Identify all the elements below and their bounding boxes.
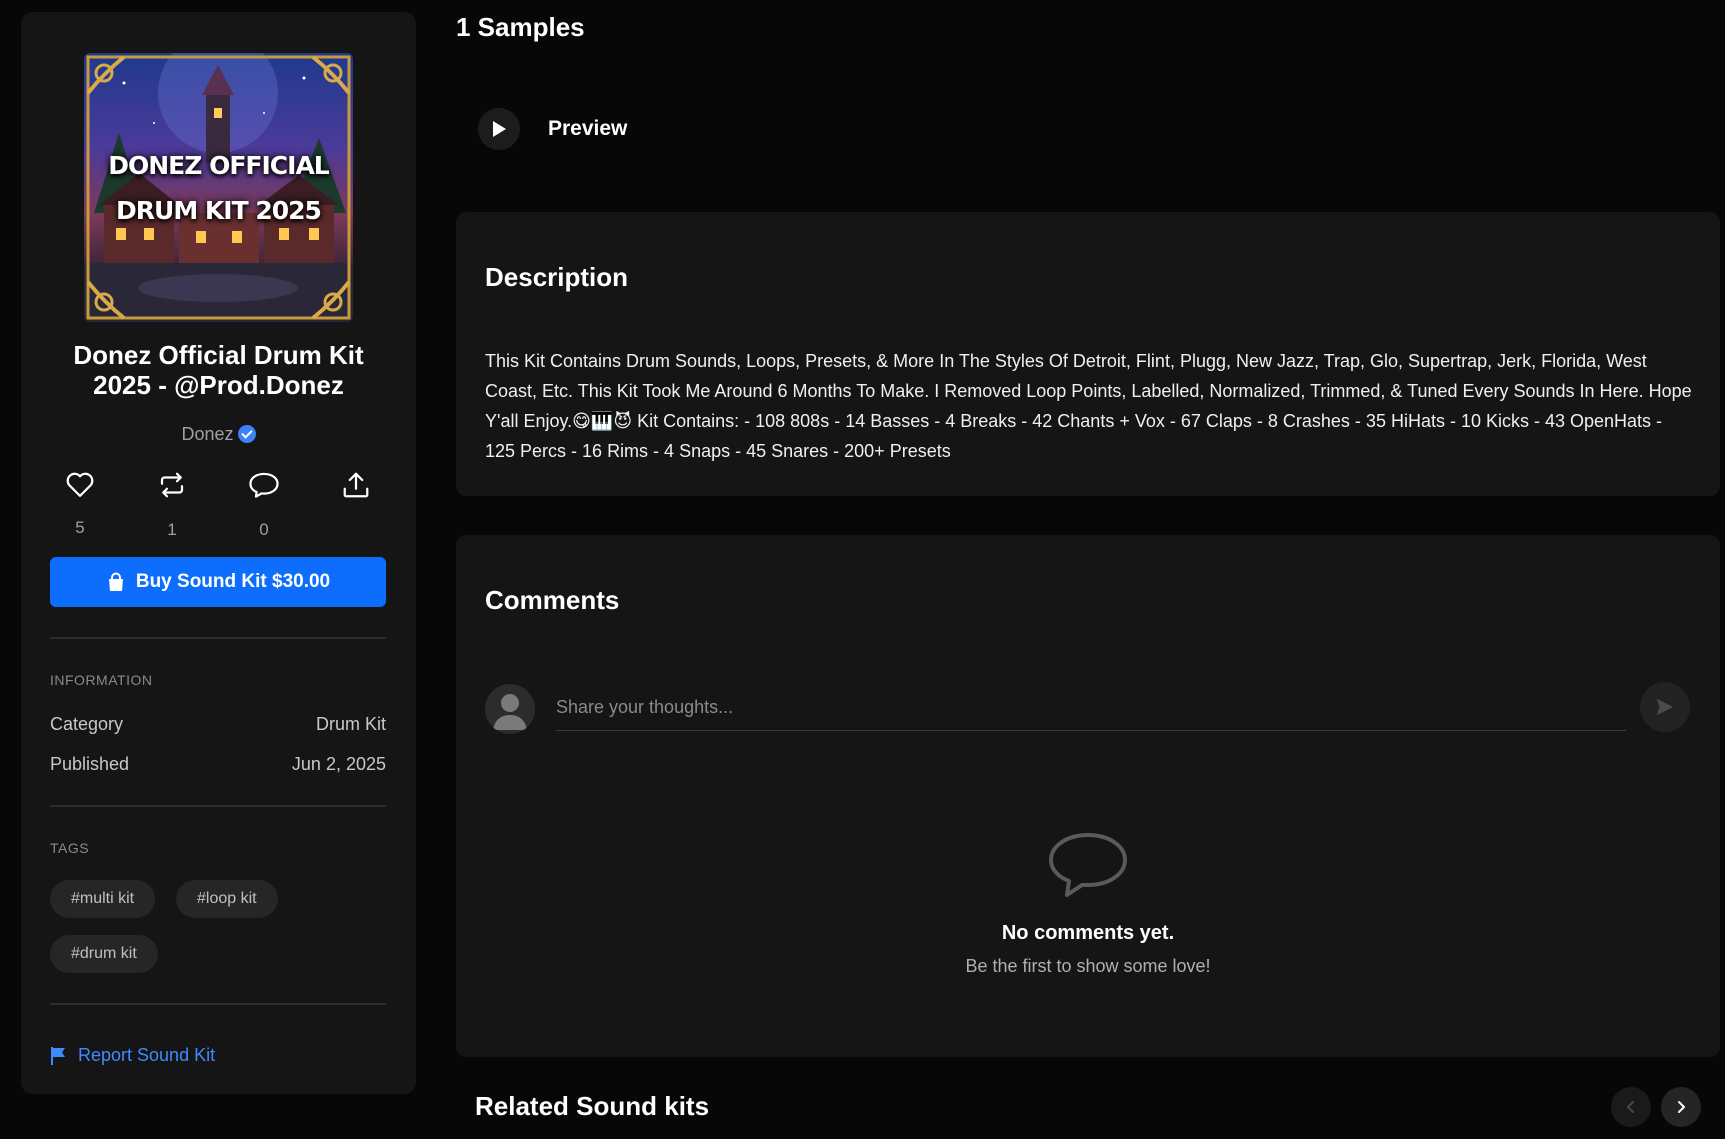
play-button[interactable] <box>478 108 520 150</box>
share-upload-icon <box>343 472 369 498</box>
divider <box>50 805 386 807</box>
tag-chip[interactable]: #drum kit <box>50 935 158 973</box>
kit-title: Donez Official Drum Kit 2025 - @Prod.Don… <box>73 340 364 400</box>
tags-heading: TAGS <box>50 840 90 856</box>
play-icon <box>493 121 506 137</box>
send-comment-button[interactable] <box>1640 682 1690 732</box>
comments-title: Comments <box>485 585 620 615</box>
heart-icon <box>66 472 94 497</box>
like-count: 5 <box>75 518 85 537</box>
comment-button[interactable]: 0 <box>234 470 294 540</box>
tag-chip[interactable]: #multi kit <box>50 880 156 918</box>
chevron-left-icon <box>1627 1101 1634 1113</box>
empty-comments-subtitle: Be the first to show some love! <box>965 956 1211 976</box>
avatar <box>485 684 535 734</box>
preview-label: Preview <box>548 117 628 140</box>
description-panel: Description This Kit Contains Drum Sound… <box>456 212 1720 496</box>
category-label: Category <box>50 714 124 734</box>
verified-badge-icon <box>237 425 256 443</box>
share-button[interactable] <box>326 470 386 500</box>
repost-icon <box>160 472 184 498</box>
related-sound-kits-title: Related Sound kits <box>475 1091 710 1121</box>
cover-art[interactable]: DONEZ OFFICIAL DRUM KIT 2025 <box>84 53 353 322</box>
report-sound-kit-link[interactable]: Report Sound Kit <box>50 1045 215 1066</box>
flag-icon <box>51 1046 65 1065</box>
carousel-next-button[interactable] <box>1661 1087 1701 1127</box>
repost-button[interactable]: 1 <box>142 470 202 540</box>
carousel-prev-button[interactable] <box>1611 1087 1651 1127</box>
cover-text-line1: DONEZ OFFICIAL <box>108 151 329 180</box>
comment-count: 0 <box>259 520 269 539</box>
description-title: Description <box>485 262 629 292</box>
cover-text-line2: DRUM KIT 2025 <box>116 196 322 225</box>
chevron-right-icon <box>1678 1101 1685 1113</box>
repost-count: 1 <box>167 520 177 539</box>
preview-track[interactable]: Preview <box>478 108 627 150</box>
comment-bubble-icon <box>1049 833 1127 897</box>
send-icon <box>1656 698 1674 716</box>
like-button[interactable]: 5 <box>50 470 110 538</box>
comments-panel: Comments No comments yet. Be the first t… <box>456 535 1720 1057</box>
report-label: Report Sound Kit <box>78 1045 216 1065</box>
buy-sound-kit-button[interactable]: Buy Sound Kit $30.00 <box>50 557 386 607</box>
published-value: Jun 2, 2025 <box>291 754 386 774</box>
author-link[interactable]: Donez <box>21 424 416 445</box>
description-text: This Kit Contains Drum Sounds, Loops, Pr… <box>485 351 1692 461</box>
shopping-bag-icon <box>108 572 123 591</box>
info-row-category: Category Drum Kit <box>50 714 386 735</box>
samples-title: 1 Samples <box>456 12 585 42</box>
comment-bubble-icon <box>249 472 279 498</box>
category-value: Drum Kit <box>315 714 386 734</box>
sidebar: DONEZ OFFICIAL DRUM KIT 2025 Donez Offic… <box>21 12 416 1094</box>
info-row-published: Published Jun 2, 2025 <box>50 754 386 775</box>
published-label: Published <box>50 754 130 774</box>
divider <box>50 637 386 639</box>
comment-input[interactable] <box>556 685 1626 731</box>
divider <box>50 1003 386 1005</box>
buy-button-label: Buy Sound Kit $30.00 <box>135 571 331 592</box>
information-heading: INFORMATION <box>50 672 153 688</box>
author-name: Donez <box>181 424 234 444</box>
user-avatar-icon <box>493 694 527 730</box>
empty-comments-title: No comments yet. <box>1001 922 1175 944</box>
tag-chip[interactable]: #loop kit <box>176 880 278 918</box>
cover-illustration <box>84 53 353 322</box>
